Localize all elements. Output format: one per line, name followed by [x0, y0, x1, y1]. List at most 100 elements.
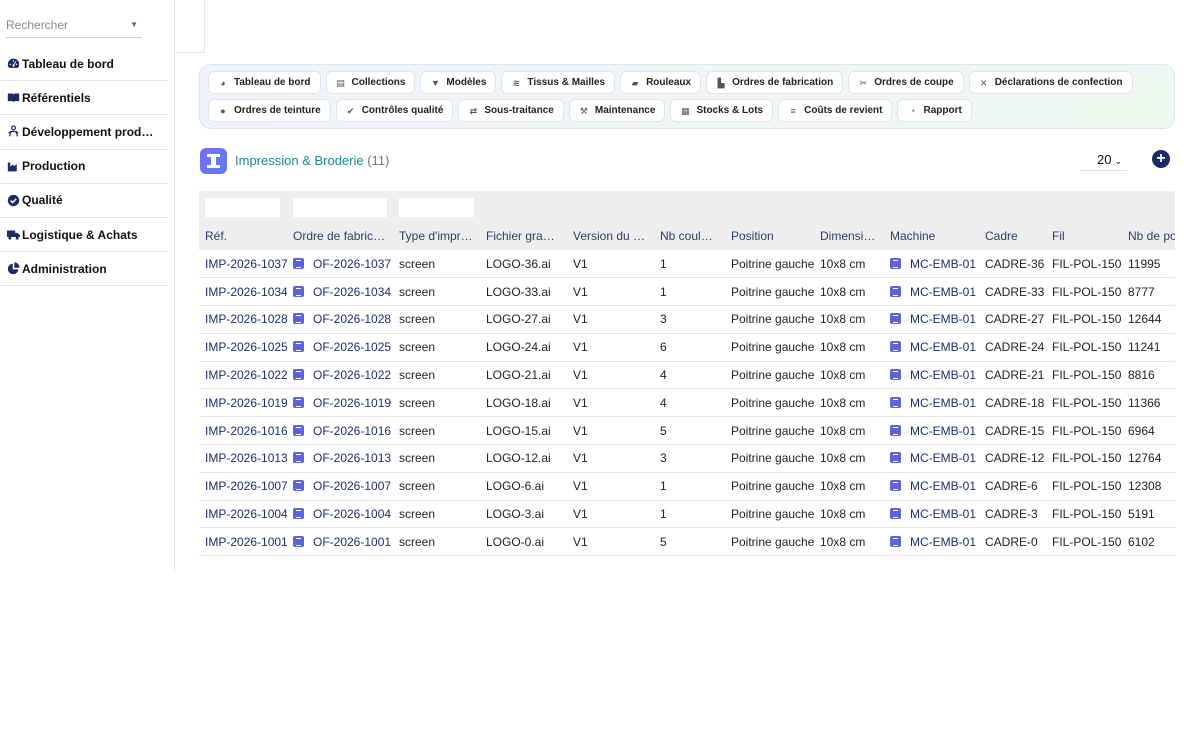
table-cell[interactable]: OF-2026-1025 — [287, 333, 393, 362]
column-header[interactable]: Dimensions — [814, 222, 884, 250]
table-row[interactable]: IMP-2026-1004 OF-2026-1004 screen LOGO-3.ai… — [199, 500, 1175, 529]
column-header[interactable]: Machine — [884, 222, 979, 250]
table-cell[interactable]: MC-EMB-01 — [884, 472, 979, 501]
ordre-link[interactable]: OF-2026-1025 — [313, 340, 391, 354]
column-header[interactable]: Version du d… — [567, 222, 654, 250]
table-cell[interactable]: OF-2026-1004 — [287, 500, 393, 529]
search-input[interactable] — [6, 14, 126, 36]
sidebar-item-logistique[interactable]: Logistique & Achats — [0, 218, 169, 253]
table-cell[interactable]: MC-EMB-01 — [884, 361, 979, 390]
record-link-icon[interactable] — [890, 257, 901, 269]
module-sous-traitance[interactable]: ⇄ Sous-traitance — [458, 99, 564, 122]
add-record-button[interactable]: + — [1152, 150, 1170, 168]
record-link-icon[interactable] — [293, 313, 304, 325]
ref-link[interactable]: IMP-2026-1028 — [205, 312, 287, 326]
search-box[interactable]: ▼ — [6, 14, 142, 38]
ref-link[interactable]: IMP-2026-1034 — [205, 285, 287, 299]
column-header[interactable]: Nb couleurs — [654, 222, 725, 250]
ref-link[interactable]: IMP-2026-1004 — [205, 507, 287, 521]
table-cell[interactable]: IMP-2026-1034 — [199, 277, 287, 307]
record-link-icon[interactable] — [890, 341, 901, 353]
ref-link[interactable]: IMP-2026-1019 — [205, 396, 287, 410]
column-header[interactable]: Nb de points — [1122, 222, 1175, 250]
module-collections[interactable]: ▤ Collections — [325, 71, 416, 94]
table-cell[interactable]: MC-EMB-01 — [884, 250, 979, 279]
machine-link[interactable]: MC-EMB-01 — [910, 368, 976, 382]
table-cell[interactable]: MC-EMB-01 — [884, 500, 979, 529]
table-cell[interactable]: IMP-2026-1028 — [199, 305, 287, 334]
ordre-link[interactable]: OF-2026-1013 — [313, 451, 391, 465]
record-link-icon[interactable] — [293, 257, 304, 269]
table-cell[interactable]: IMP-2026-1007 — [199, 472, 287, 501]
table-cell[interactable]: MC-EMB-01 — [884, 333, 979, 362]
record-link-icon[interactable] — [890, 452, 901, 464]
table-row[interactable]: IMP-2026-1013 OF-2026-1013 screen LOGO-12.a… — [199, 444, 1175, 473]
table-cell[interactable]: OF-2026-1022 — [287, 361, 393, 390]
module-maintenance[interactable]: ⚒ Maintenance — [568, 99, 666, 122]
module-stocks-lots[interactable]: ▦ Stocks & Lots — [670, 99, 774, 122]
machine-link[interactable]: MC-EMB-01 — [910, 312, 976, 326]
table-cell[interactable]: IMP-2026-1004 — [199, 500, 287, 529]
sidebar-item-qualite[interactable]: Qualité — [0, 184, 169, 218]
table-cell[interactable]: OF-2026-1019 — [287, 388, 393, 418]
machine-link[interactable]: MC-EMB-01 — [910, 424, 976, 438]
column-header[interactable]: Fichier grap… — [480, 222, 567, 250]
ref-link[interactable]: IMP-2026-1007 — [205, 479, 287, 493]
column-header[interactable]: Cadre — [979, 222, 1046, 250]
table-cell[interactable]: IMP-2026-1025 — [199, 333, 287, 362]
filter-input-ref[interactable] — [205, 197, 280, 217]
table-cell[interactable]: OF-2026-1037 — [287, 250, 393, 279]
machine-link[interactable]: MC-EMB-01 — [910, 451, 976, 465]
table-row[interactable]: IMP-2026-1019 OF-2026-1019 screen LOGO-18.a… — [199, 388, 1175, 418]
table-cell[interactable]: OF-2026-1007 — [287, 472, 393, 501]
column-header[interactable]: Ordre de fabrica… — [287, 222, 393, 250]
module-rouleaux[interactable]: ▰ Rouleaux — [620, 71, 702, 94]
sidebar-item-referentiels[interactable]: Référentiels — [0, 81, 169, 116]
record-link-icon[interactable] — [890, 480, 901, 492]
column-header[interactable]: Type d'impre… — [393, 222, 480, 250]
record-link-icon[interactable] — [890, 508, 901, 520]
filter-input-ordre[interactable] — [293, 197, 387, 217]
table-cell[interactable]: IMP-2026-1013 — [199, 444, 287, 473]
machine-link[interactable]: MC-EMB-01 — [910, 507, 976, 521]
table-row[interactable]: IMP-2026-1001 OF-2026-1001 screen LOGO-0.ai… — [199, 527, 1175, 557]
table-cell[interactable]: MC-EMB-01 — [884, 416, 979, 446]
record-link-icon[interactable] — [293, 424, 304, 436]
table-row[interactable]: IMP-2026-1025 OF-2026-1025 screen LOGO-24.a… — [199, 333, 1175, 362]
ordre-link[interactable]: OF-2026-1004 — [313, 507, 391, 521]
ordre-link[interactable]: OF-2026-1016 — [313, 424, 391, 438]
module-ordres-de-teinture[interactable]: ● Ordres de teinture — [208, 99, 331, 122]
ref-link[interactable]: IMP-2026-1016 — [205, 424, 287, 438]
table-cell[interactable]: IMP-2026-1001 — [199, 527, 287, 557]
ordre-link[interactable]: OF-2026-1019 — [313, 396, 391, 410]
table-cell[interactable]: MC-EMB-01 — [884, 444, 979, 473]
table-row[interactable]: IMP-2026-1007 OF-2026-1007 screen LOGO-6.ai… — [199, 472, 1175, 501]
table-cell[interactable]: OF-2026-1013 — [287, 444, 393, 473]
ordre-link[interactable]: OF-2026-1001 — [313, 535, 391, 549]
sidebar-item-developpement[interactable]: Développement prod… — [0, 115, 169, 150]
ordre-link[interactable]: OF-2026-1022 — [313, 368, 391, 382]
table-row[interactable]: IMP-2026-1037 OF-2026-1037 screen LOGO-36.a… — [199, 250, 1175, 279]
record-link-icon[interactable] — [293, 341, 304, 353]
table-cell[interactable]: MC-EMB-01 — [884, 388, 979, 418]
table-cell[interactable]: OF-2026-1028 — [287, 305, 393, 334]
table-cell[interactable]: MC-EMB-01 — [884, 277, 979, 307]
table-row[interactable]: IMP-2026-1034 OF-2026-1034 screen LOGO-33.a… — [199, 277, 1175, 307]
machine-link[interactable]: MC-EMB-01 — [910, 479, 976, 493]
record-link-icon[interactable] — [293, 369, 304, 381]
record-link-icon[interactable] — [890, 313, 901, 325]
record-link-icon[interactable] — [293, 480, 304, 492]
record-link-icon[interactable] — [293, 396, 304, 408]
module-couts-de-revient[interactable]: ≡ Coûts de revient — [778, 99, 893, 122]
table-cell[interactable]: MC-EMB-01 — [884, 305, 979, 334]
table-cell[interactable]: IMP-2026-1037 — [199, 250, 287, 279]
ordre-link[interactable]: OF-2026-1037 — [313, 257, 391, 271]
ordre-link[interactable]: OF-2026-1028 — [313, 312, 391, 326]
table-row[interactable]: IMP-2026-1028 OF-2026-1028 screen LOGO-27.a… — [199, 305, 1175, 334]
column-header[interactable]: Position — [725, 222, 814, 250]
module-rapport[interactable]: ◔ Rapport — [897, 99, 972, 122]
column-header[interactable]: Réf. — [199, 222, 287, 250]
ref-link[interactable]: IMP-2026-1013 — [205, 451, 287, 465]
ref-link[interactable]: IMP-2026-1001 — [205, 535, 287, 549]
module-modeles[interactable]: ▼ Modèles — [420, 71, 497, 94]
